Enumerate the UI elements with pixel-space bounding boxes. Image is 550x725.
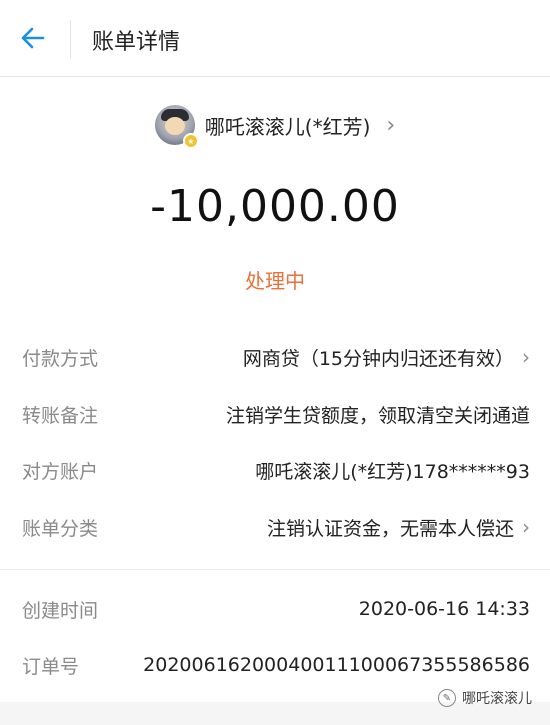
app-header: 账单详情: [0, 0, 550, 77]
chevron-right-icon: ›: [386, 112, 396, 138]
bill-detail-card: ★ 哪吒滚滚儿(*红芳) › -10,000.00 处理中 付款方式 网商贷（1…: [0, 77, 550, 702]
bill-category-row[interactable]: 账单分类 注销认证资金，无需本人偿还 ›: [22, 507, 530, 547]
counterparty-account-row: 对方账户 哪吒滚滚儿(*红芳)178******93: [22, 450, 530, 490]
wechat-channel-icon: ✎: [438, 689, 456, 707]
section-divider: [0, 569, 550, 570]
transfer-note-value: 注销学生贷额度，领取清空关闭通道: [225, 404, 530, 427]
created-time-value: 2020-06-16 14:33: [358, 598, 530, 620]
bill-category-value-wrap: 注销认证资金，无需本人偿还 ›: [267, 514, 530, 541]
transfer-note-label: 转账备注: [22, 404, 99, 427]
chevron-right-icon: ›: [522, 345, 530, 369]
arrow-left-icon: [21, 27, 45, 49]
transaction-amount: -10,000.00: [150, 181, 400, 232]
verified-badge-icon: ★: [182, 133, 199, 149]
avatar: ★: [154, 105, 199, 149]
page-title: 账单详情: [92, 30, 181, 55]
created-time-row: 创建时间 2020-06-16 14:33: [22, 589, 530, 629]
payee-name: 哪吒滚滚儿(*红芳): [204, 114, 371, 139]
avatar-face: [164, 117, 185, 135]
payment-method-label: 付款方式: [22, 347, 99, 370]
bill-category-label: 账单分类: [22, 517, 99, 540]
order-number-value: 20200616200040011100067355586586: [143, 654, 530, 676]
watermark: ✎ 哪吒滚滚儿: [438, 688, 532, 708]
counterparty-account-value: 哪吒滚滚儿(*红芳)178******93: [255, 460, 530, 483]
payment-method-row[interactable]: 付款方式 网商贷（15分钟内归还还有效） ›: [22, 337, 530, 377]
created-time-label: 创建时间: [22, 599, 99, 622]
payment-method-value-wrap: 网商贷（15分钟内归还还有效） ›: [243, 344, 530, 371]
counterparty-account-label: 对方账户: [22, 460, 99, 483]
payee-row[interactable]: ★ 哪吒滚滚儿(*红芳) ›: [0, 99, 550, 151]
status-text: 处理中: [245, 269, 305, 293]
back-button[interactable]: [14, 20, 50, 56]
transfer-note-row: 转账备注 注销学生贷额度，领取清空关闭通道: [22, 394, 530, 434]
order-number-label: 订单号: [22, 655, 80, 678]
chevron-right-icon: ›: [522, 515, 530, 539]
header-divider: [70, 20, 71, 58]
bill-category-value: 注销认证资金，无需本人偿还: [266, 517, 514, 540]
watermark-text: 哪吒滚滚儿: [462, 691, 532, 707]
payment-method-value: 网商贷（15分钟内归还还有效）: [242, 347, 514, 370]
order-number-row: 订单号 20200616200040011100067355586586: [22, 645, 530, 685]
